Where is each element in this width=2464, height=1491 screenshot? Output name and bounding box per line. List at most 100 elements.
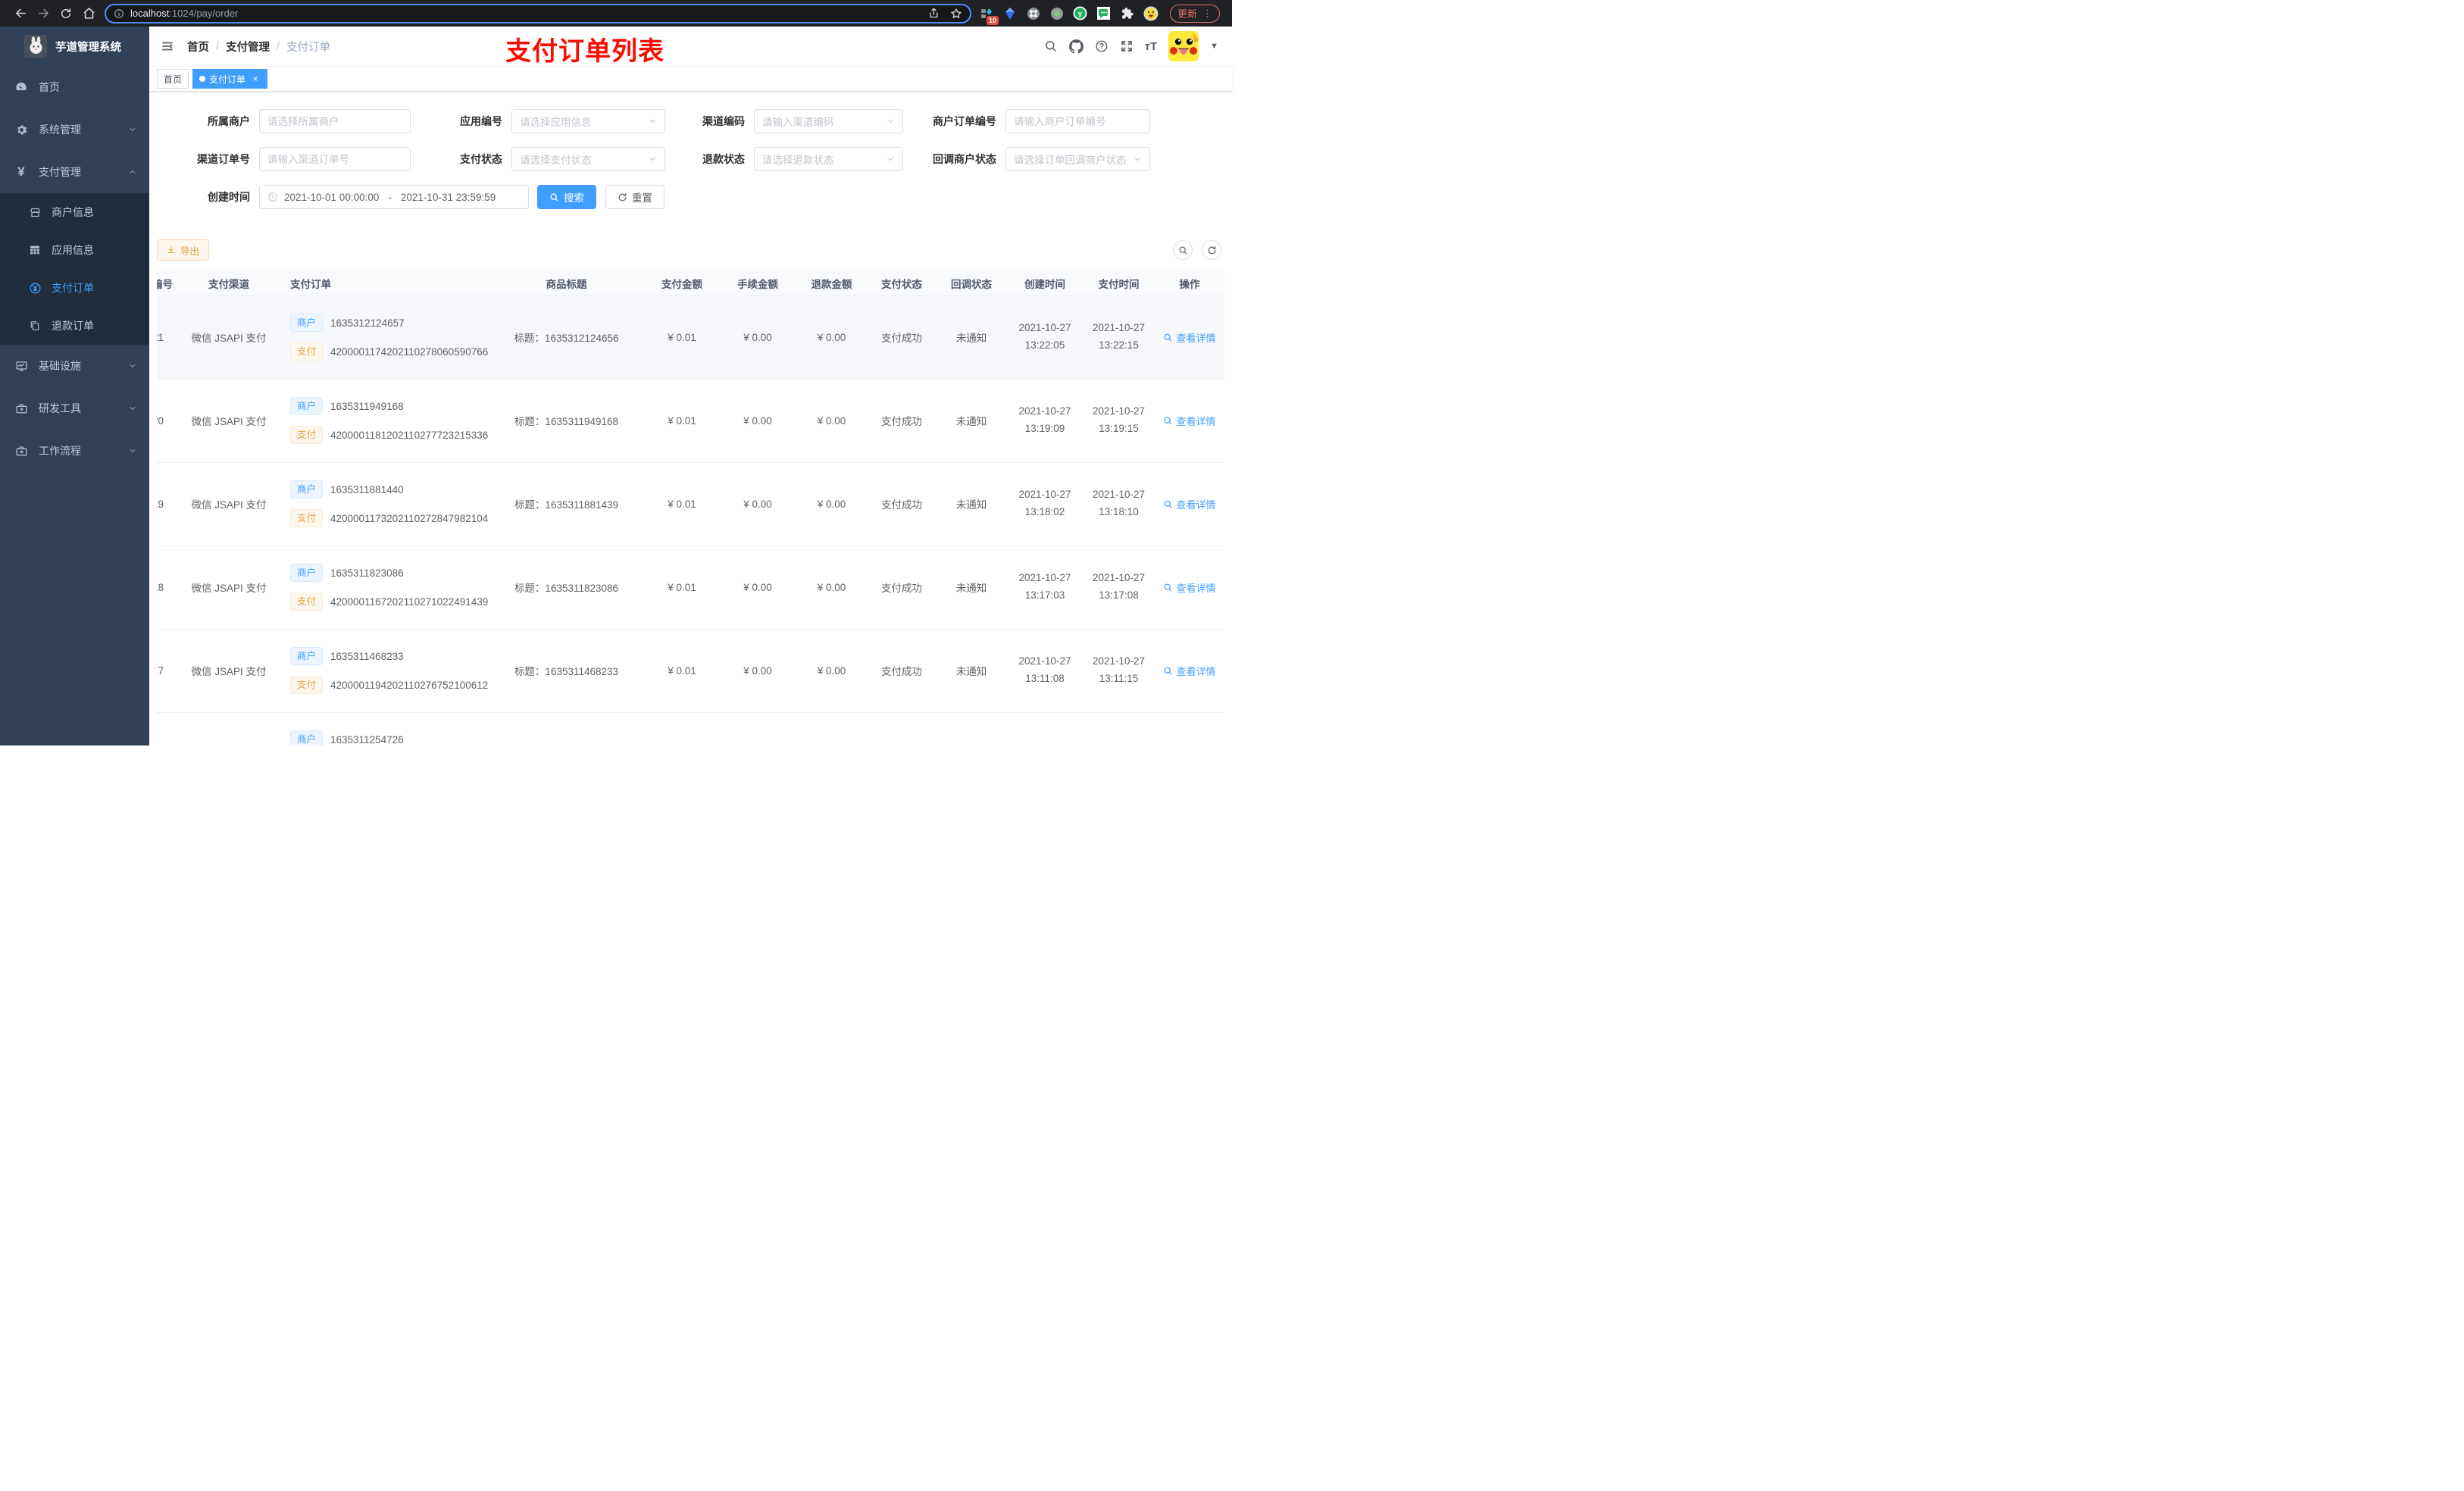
forward-icon[interactable] bbox=[32, 3, 55, 24]
header-search-icon[interactable] bbox=[1044, 39, 1058, 53]
clock-icon bbox=[267, 192, 278, 202]
reset-button[interactable]: 重置 bbox=[605, 185, 664, 209]
notify-badge: 未通知 bbox=[955, 666, 987, 677]
notify-status-select[interactable]: 请选择订单回调商户状态 bbox=[1005, 147, 1150, 171]
sidebar-item-system[interactable]: 系统管理 bbox=[0, 108, 149, 151]
merchant-order-line: 商户 1635311881440 bbox=[290, 480, 404, 499]
sidebar-item-home[interactable]: 首页 bbox=[0, 66, 149, 108]
view-detail-link[interactable]: 查看详情 bbox=[1163, 330, 1216, 345]
sidebar-item-app-info[interactable]: 应用信息 bbox=[0, 231, 149, 269]
sidebar-item-infra[interactable]: 基础设施 bbox=[0, 345, 149, 387]
breadcrumb-home[interactable]: 首页 bbox=[187, 39, 209, 55]
date-range-picker[interactable]: 2021-10-01 00:00:00 - 2021-10-31 23:59:5… bbox=[259, 185, 529, 209]
table-row: 19 微信 JSAPI 支付 商户 1635311881440 支付 42000… bbox=[157, 462, 1224, 546]
tag-label: 首页 bbox=[164, 73, 183, 85]
avatar[interactable] bbox=[1168, 31, 1199, 61]
briefcase-icon bbox=[14, 445, 29, 458]
yen-circle-icon bbox=[28, 282, 42, 295]
extension-record-icon[interactable] bbox=[1049, 6, 1065, 21]
sidebar-item-pay-order[interactable]: 支付订单 bbox=[0, 269, 149, 307]
cell-notify-status bbox=[936, 712, 1007, 746]
extension-chat-icon[interactable] bbox=[1096, 6, 1112, 21]
channel-order-no-input[interactable] bbox=[259, 147, 411, 171]
breadcrumb-payment[interactable]: 支付管理 bbox=[226, 39, 270, 55]
sidebar-item-devtools[interactable]: 研发工具 bbox=[0, 387, 149, 430]
cell-order: 商户 1635311254726 支付 bbox=[278, 712, 489, 746]
cell-title: 标题：1635311881439 bbox=[489, 462, 644, 546]
pay-status-select[interactable]: 请选择支付状态 bbox=[511, 147, 665, 171]
app-select[interactable]: 请选择应用信息 bbox=[511, 109, 665, 133]
refresh-table-button[interactable] bbox=[1202, 240, 1221, 260]
date-end[interactable]: 2021-10-31 23:59:59 bbox=[401, 192, 496, 203]
annotation-overlay: 支付订单列表 bbox=[505, 37, 664, 66]
home-icon[interactable] bbox=[77, 3, 100, 24]
address-bar[interactable]: localhost:1024/pay/order bbox=[105, 3, 971, 23]
extensions-puzzle-icon[interactable] bbox=[1120, 6, 1135, 21]
col-title: 商品标题 bbox=[489, 271, 644, 296]
merchant-input-field[interactable] bbox=[267, 115, 402, 127]
back-icon[interactable] bbox=[9, 3, 32, 24]
github-icon[interactable] bbox=[1068, 39, 1083, 54]
active-dot bbox=[199, 76, 206, 82]
extension-kite-icon[interactable] bbox=[1002, 6, 1018, 21]
extension-y-icon[interactable]: y bbox=[1073, 6, 1088, 21]
cell-title bbox=[489, 712, 644, 746]
chevron-down-icon bbox=[648, 117, 657, 126]
reload-icon[interactable] bbox=[55, 3, 77, 24]
search-button[interactable]: 搜索 bbox=[537, 185, 596, 209]
tag-pay-order[interactable]: 支付订单 × bbox=[192, 69, 268, 89]
sidebar-item-refund-order[interactable]: 退款订单 bbox=[0, 307, 149, 345]
reset-label: 重置 bbox=[632, 192, 652, 204]
col-order: 支付订单 bbox=[278, 271, 489, 296]
col-notify-status: 回调状态 bbox=[936, 271, 1007, 296]
product-title: 标题：1635311949168 bbox=[514, 416, 619, 427]
help-icon[interactable] bbox=[1095, 39, 1108, 53]
chrome-update-button[interactable]: 更新 ⋮ bbox=[1169, 4, 1220, 23]
channel-code-select[interactable]: 请输入渠道编码 bbox=[754, 109, 903, 133]
view-detail-link[interactable]: 查看详情 bbox=[1163, 497, 1216, 511]
pay-tag: 支付 bbox=[290, 342, 324, 361]
view-detail-link[interactable]: 查看详情 bbox=[1163, 580, 1216, 595]
share-icon[interactable] bbox=[928, 8, 940, 19]
cell-paid: 2021-10-27 13:17:08 bbox=[1083, 545, 1155, 630]
view-detail-link[interactable]: 查看详情 bbox=[1163, 664, 1216, 678]
bookmark-star-icon[interactable] bbox=[950, 8, 962, 20]
search-icon bbox=[550, 193, 558, 201]
sidebar-item-payment[interactable]: ¥ 支付管理 bbox=[0, 151, 149, 193]
app-logo[interactable]: 芋道管理系统 bbox=[0, 27, 149, 66]
channel-order-no-field[interactable] bbox=[267, 153, 402, 165]
col-actions: 操作 bbox=[1155, 271, 1224, 296]
export-button[interactable]: 导出 bbox=[157, 239, 210, 261]
cell-id: 20 bbox=[157, 379, 180, 463]
toggle-search-button[interactable] bbox=[1173, 240, 1193, 260]
refund-status-select[interactable]: 请选择退款状态 bbox=[754, 147, 903, 171]
merchant-order-no-field[interactable] bbox=[1014, 115, 1142, 127]
view-detail-link[interactable]: 查看详情 bbox=[1163, 414, 1216, 428]
avatar-caret-icon[interactable]: ▼ bbox=[1210, 42, 1218, 51]
merchant-order-no-input[interactable] bbox=[1005, 109, 1150, 133]
merchant-order-line: 商户 1635311254726 bbox=[290, 730, 404, 746]
cell-channel: 微信 JSAPI 支付 bbox=[180, 545, 278, 630]
font-size-icon[interactable]: тT bbox=[1145, 40, 1158, 53]
extension-command-icon[interactable] bbox=[1026, 6, 1041, 21]
browser-menu-icon[interactable]: ⋮ bbox=[1202, 8, 1212, 20]
magnifier-icon bbox=[1165, 667, 1172, 674]
sidebar-collapse-icon[interactable] bbox=[161, 39, 174, 53]
sidebar-item-merchant-info[interactable]: 商户信息 bbox=[0, 193, 149, 231]
view-detail-label: 查看详情 bbox=[1176, 665, 1216, 677]
tag-close-icon[interactable]: × bbox=[250, 73, 261, 84]
sidebar-item-label: 首页 bbox=[39, 81, 60, 93]
sidebar-item-workflow[interactable]: 工作流程 bbox=[0, 430, 149, 472]
cell-actions: 查看详情 bbox=[1155, 462, 1224, 546]
merchant-input[interactable] bbox=[259, 109, 411, 133]
profile-emoji-icon[interactable] bbox=[1143, 6, 1159, 21]
fullscreen-icon[interactable] bbox=[1120, 39, 1134, 53]
tag-home[interactable]: 首页 bbox=[157, 69, 189, 89]
extension-grid-icon[interactable]: 10 bbox=[979, 6, 999, 25]
date-separator: - bbox=[388, 191, 392, 203]
date-start[interactable]: 2021-10-01 00:00:00 bbox=[284, 192, 379, 203]
magnifier-icon bbox=[1165, 500, 1172, 508]
cell-channel bbox=[180, 712, 278, 746]
site-info-icon[interactable] bbox=[114, 8, 124, 19]
table-row: 21 微信 JSAPI 支付 商户 1635312124657 支付 42000… bbox=[157, 295, 1224, 380]
